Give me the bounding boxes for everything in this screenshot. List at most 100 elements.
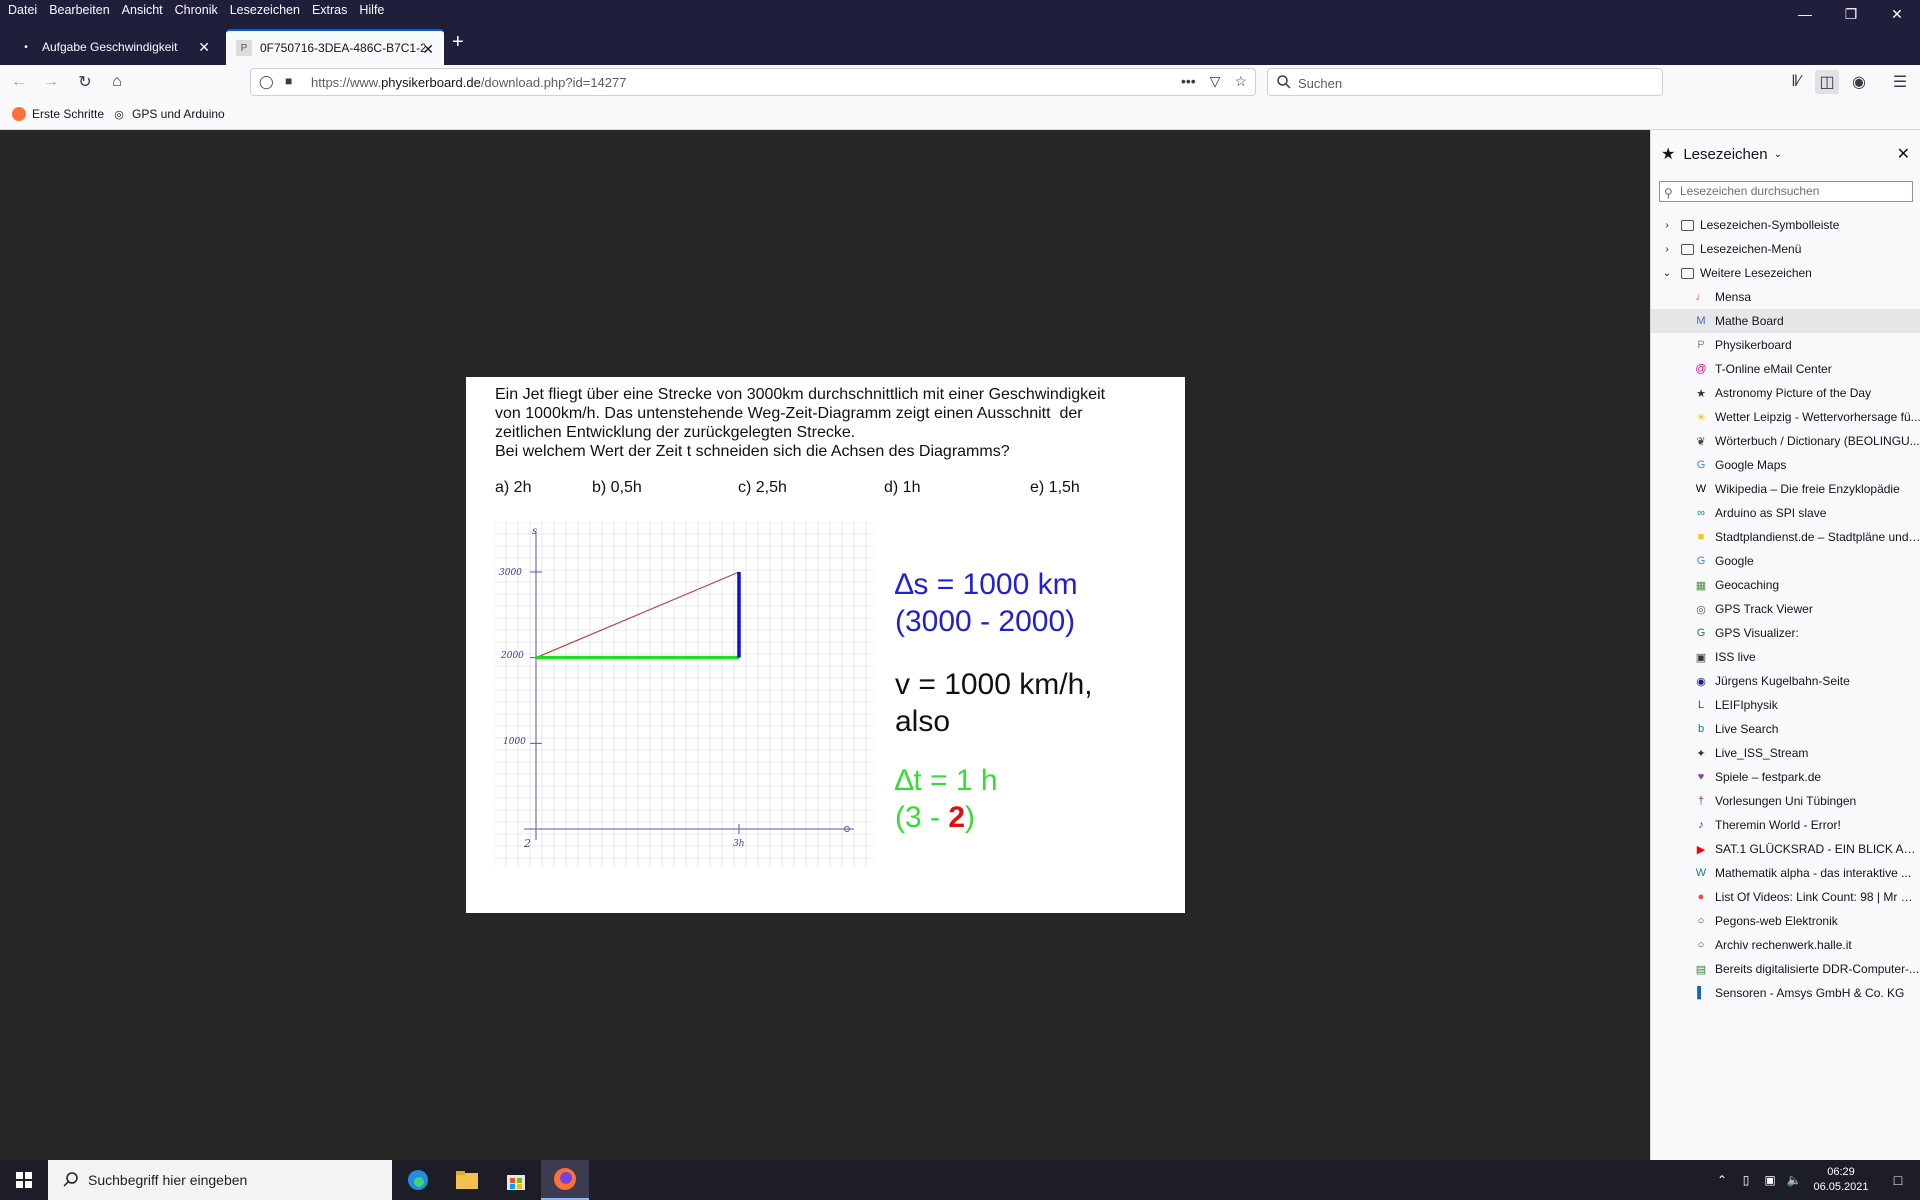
sidebar-bookmark-item[interactable]: P Physikerboard: [1651, 333, 1920, 357]
sidebar-bookmark-item[interactable]: ♪ Theremin World - Error!: [1651, 813, 1920, 837]
sidebar-bookmark-item[interactable]: ▣ ISS live: [1651, 645, 1920, 669]
search-input[interactable]: Suchen: [1267, 68, 1663, 96]
reload-icon[interactable]: ↻: [73, 70, 97, 94]
amsys-icon: ▌: [1697, 987, 1705, 999]
store-icon[interactable]: [492, 1160, 540, 1200]
festpark-icon: ♥: [1697, 771, 1705, 783]
menu-datei[interactable]: Datei: [2, 0, 43, 24]
taskbar-search-input[interactable]: Suchbegriff hier eingeben: [48, 1160, 392, 1200]
menu-lesezeichen[interactable]: Lesezeichen: [224, 0, 306, 24]
sidebar-bookmark-item[interactable]: G Google Maps: [1651, 453, 1920, 477]
sidebar-bookmark-item[interactable]: ✦ Live_ISS_Stream: [1651, 741, 1920, 765]
question-line: Bei welchem Wert der Zeit t schneiden si…: [495, 443, 1010, 460]
sidebar-bookmark-item[interactable]: † Vorlesungen Uni Tübingen: [1651, 789, 1920, 813]
chevron-down-icon[interactable]: ⌄: [1661, 268, 1673, 279]
answer-a: a) 2h: [495, 479, 532, 496]
weather-sun-icon: ☀: [1696, 411, 1706, 424]
sidebar-folder[interactable]: ⌄ Weitere Lesezeichen: [1651, 261, 1920, 285]
sidebar-header[interactable]: ★ Lesezeichen ⌄: [1661, 144, 1911, 164]
sidebar-bookmark-item[interactable]: ▤ Bereits digitalisierte DDR-Computer-...: [1651, 957, 1920, 981]
network-icon[interactable]: ▣: [1758, 1173, 1782, 1187]
back-icon[interactable]: ←: [7, 70, 31, 94]
sidebar-bookmark-item[interactable]: ▌ Sensoren - Amsys GmbH & Co. KG: [1651, 981, 1920, 1005]
page-actions-icon[interactable]: •••: [1181, 73, 1196, 90]
hamburger-menu-icon[interactable]: ☰: [1888, 70, 1912, 94]
firefox-icon[interactable]: [541, 1160, 589, 1200]
tab-aufgabe[interactable]: • Aufgabe Geschwindigkeit ✕: [8, 29, 220, 65]
menu-hilfe[interactable]: Hilfe: [353, 0, 390, 24]
url-text[interactable]: https://www.physikerboard.de/download.ph…: [311, 75, 626, 90]
tracking-shield-icon[interactable]: ◯: [259, 74, 274, 90]
sidebar-bookmark-item[interactable]: G GPS Visualizer:: [1651, 621, 1920, 645]
tray-chevron-up-icon[interactable]: ⌃: [1710, 1173, 1734, 1187]
bookmarks-search-input[interactable]: ⚲ Lesezeichen durchsuchen: [1659, 181, 1913, 202]
folder-icon: [1681, 219, 1694, 231]
sidebar-bookmark-item[interactable]: ○ Archiv rechenwerk.halle.it: [1651, 933, 1920, 957]
volume-icon[interactable]: 🔈: [1782, 1173, 1806, 1187]
sidebar-bookmark-item[interactable]: ☀ Wetter Leipzig - Wettervorhersage fü...: [1651, 405, 1920, 429]
chevron-right-icon[interactable]: ›: [1661, 244, 1673, 255]
sidebar-bookmark-item[interactable]: ▦ Geocaching: [1651, 573, 1920, 597]
menu-bearbeiten[interactable]: Bearbeiten: [43, 0, 115, 24]
search-icon: [63, 1172, 78, 1187]
sidebar-bookmark-item[interactable]: ■ Stadtplandienst.de – Stadtpläne und ...: [1651, 525, 1920, 549]
account-icon[interactable]: ◉: [1847, 70, 1871, 94]
chart-grid: [494, 522, 874, 867]
globe-icon: ◎: [114, 108, 124, 121]
sidebar-bookmark-item[interactable]: ○ Pegons-web Elektronik: [1651, 909, 1920, 933]
bookmark-erste-schritte[interactable]: Erste Schritte: [12, 107, 104, 121]
windows-start-icon[interactable]: [0, 1160, 48, 1200]
dictionary-icon: ❦: [1696, 435, 1706, 448]
home-icon[interactable]: ⌂: [105, 70, 129, 94]
sidebar-bookmark-item[interactable]: ▶ SAT.1 GLÜCKSRAD - EIN BLICK AUF ...: [1651, 837, 1920, 861]
sidebar-bookmark-item[interactable]: ◎ GPS Track Viewer: [1651, 597, 1920, 621]
sidebar-bookmark-item[interactable]: W Wikipedia – Die freie Enzyklopädie: [1651, 477, 1920, 501]
menu-extras[interactable]: Extras: [306, 0, 353, 24]
google-icon: G: [1696, 555, 1706, 567]
close-tab-icon[interactable]: ✕: [198, 39, 210, 55]
close-sidebar-icon[interactable]: ✕: [1897, 144, 1910, 164]
bookmark-star-icon[interactable]: ☆: [1234, 73, 1247, 90]
notification-icon[interactable]: □: [1876, 1172, 1920, 1188]
sidebar-toggle-icon[interactable]: ◫: [1815, 70, 1839, 94]
sidebar-bookmark-item[interactable]: b Live Search: [1651, 717, 1920, 741]
answer-d: d) 1h: [884, 479, 921, 496]
chevron-down-icon: ⌄: [1773, 148, 1782, 160]
question-line: von 1000km/h. Das untenstehende Weg-Zeit…: [495, 405, 1083, 422]
lock-icon[interactable]: ■: [285, 74, 292, 88]
sidebar-bookmark-item[interactable]: ● List Of Videos: Link Count: 98 | Mr Ca.…: [1651, 885, 1920, 909]
clock[interactable]: 06:29 06.05.2021: [1806, 1165, 1876, 1195]
forward-icon[interactable]: →: [39, 70, 63, 94]
tab-download[interactable]: P 0F750716-3DEA-486C-B7C1-29 ✕: [226, 29, 444, 65]
edge-icon[interactable]: [394, 1160, 442, 1200]
physikerboard-favicon-icon: P: [236, 40, 252, 56]
usb-icon[interactable]: ▯: [1734, 1173, 1758, 1187]
sidebar-bookmark-item[interactable]: ♩ Mensa: [1651, 285, 1920, 309]
sidebar-bookmark-item[interactable]: ◉ Jürgens Kugelbahn-Seite: [1651, 669, 1920, 693]
system-tray: ⌃ ▯ ▣ 🔈 06:29 06.05.2021 □: [1710, 1160, 1920, 1200]
sidebar-bookmark-item[interactable]: M Mathe Board: [1651, 309, 1920, 333]
new-tab-icon[interactable]: +: [452, 32, 464, 52]
sidebar-bookmark-item[interactable]: ❦ Wörterbuch / Dictionary (BEOLINGU...: [1651, 429, 1920, 453]
url-bar[interactable]: ◯ ■ https://www.physikerboard.de/downloa…: [250, 68, 1256, 96]
pocket-icon[interactable]: ▽: [1210, 73, 1221, 90]
sidebar-bookmark-item[interactable]: ♥ Spiele – festpark.de: [1651, 765, 1920, 789]
close-tab-icon[interactable]: ✕: [422, 41, 434, 57]
sidebar-folder[interactable]: › Lesezeichen-Symbolleiste: [1651, 213, 1920, 237]
bookmarks-tree: › Lesezeichen-Symbolleiste › Lesezeichen-Me…: [1651, 213, 1920, 1005]
sidebar-bookmark-item[interactable]: G Google: [1651, 549, 1920, 573]
sidebar-bookmark-item[interactable]: W Mathematik alpha - das interaktive ...: [1651, 861, 1920, 885]
sidebar-folder[interactable]: › Lesezeichen-Menü: [1651, 237, 1920, 261]
tab-title: Aufgabe Geschwindigkeit: [42, 40, 178, 54]
bookmark-gps-arduino[interactable]: ◎ GPS und Arduino: [112, 107, 225, 121]
sidebar-bookmark-item[interactable]: @ T-Online eMail Center: [1651, 357, 1920, 381]
sidebar-bookmark-item[interactable]: ★ Astronomy Picture of the Day: [1651, 381, 1920, 405]
sidebar-bookmark-item[interactable]: L LEIFIphysik: [1651, 693, 1920, 717]
menu-ansicht[interactable]: Ansicht: [116, 0, 169, 24]
file-explorer-icon[interactable]: [443, 1160, 491, 1200]
search-icon: ⚲: [1664, 186, 1673, 200]
library-icon[interactable]: ‖⁄: [1784, 70, 1808, 94]
chevron-right-icon[interactable]: ›: [1661, 220, 1673, 231]
sidebar-bookmark-item[interactable]: ∞ Arduino as SPI slave: [1651, 501, 1920, 525]
menu-chronik[interactable]: Chronik: [169, 0, 224, 24]
